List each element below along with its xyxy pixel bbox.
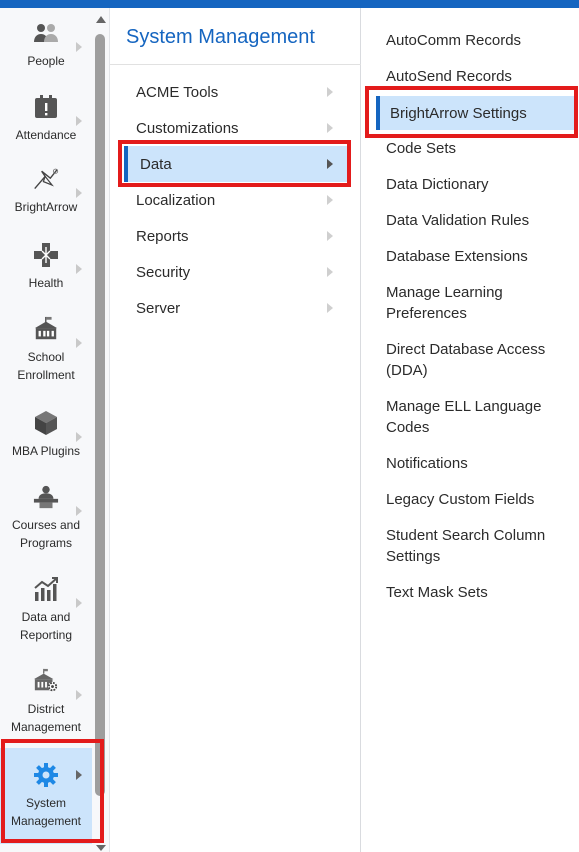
submenu-item-manage-ell-language-codes[interactable]: Manage ELL Language Codes <box>386 396 546 438</box>
rail-item-label: Courses and Programs <box>11 518 81 550</box>
chevron-right-icon <box>327 195 333 205</box>
menu-item-label: Localization <box>136 191 216 209</box>
menu-item-label: Customizations <box>136 119 239 137</box>
submenu-item-autocomm-records[interactable]: AutoComm Records <box>386 30 566 51</box>
chevron-right-icon <box>327 123 333 133</box>
rail-item-label: People <box>27 54 65 68</box>
menu-item-label: Data <box>140 155 172 173</box>
rail-item-mba-plugins[interactable]: MBA Plugins <box>0 410 92 480</box>
submenu-item-text-mask-sets[interactable]: Text Mask Sets <box>386 582 566 603</box>
rail-item-district-management[interactable]: District Management <box>0 668 92 752</box>
submenu-item-notifications[interactable]: Notifications <box>386 453 566 474</box>
rail-scrollbar-thumb[interactable] <box>95 34 105 796</box>
data-submenu: AutoComm Records AutoSend Records Bright… <box>362 8 579 852</box>
system-management-menu: System Management ACME Tools Customizati… <box>110 8 361 852</box>
attendance-icon <box>33 94 59 120</box>
rail-item-label: Attendance <box>15 128 77 142</box>
rail-item-courses-programs[interactable]: Courses and Programs <box>0 484 92 568</box>
submenu-item-data-dictionary[interactable]: Data Dictionary <box>386 174 566 195</box>
chevron-right-icon <box>76 264 82 274</box>
rail-item-attendance[interactable]: Attendance <box>0 94 92 164</box>
plugin-cube-icon <box>33 410 59 436</box>
chevron-right-icon <box>76 770 82 780</box>
chevron-right-icon <box>327 267 333 277</box>
rail-item-data-reporting[interactable]: Data and Reporting <box>0 576 92 660</box>
rail-item-school-enrollment[interactable]: School Enrollment <box>0 316 92 400</box>
chevron-right-icon <box>327 231 333 241</box>
title-divider <box>110 64 361 65</box>
chevron-right-icon <box>76 42 82 52</box>
rail-item-health[interactable]: Health <box>0 242 92 312</box>
menu-item-customizations[interactable]: Customizations <box>124 110 347 146</box>
panel-title: System Management <box>126 26 315 48</box>
gear-icon <box>33 762 59 788</box>
chevron-right-icon <box>76 188 82 198</box>
rail-item-label: System Management <box>10 796 82 828</box>
chevron-right-icon <box>327 87 333 97</box>
rail-item-system-management[interactable]: System Management <box>0 748 92 844</box>
menu-item-server[interactable]: Server <box>124 290 347 326</box>
scroll-down-arrow[interactable] <box>96 845 106 851</box>
chevron-right-icon <box>327 303 333 313</box>
menu-item-security[interactable]: Security <box>124 254 347 290</box>
submenu-item-brightarrow-settings[interactable]: BrightArrow Settings <box>376 96 576 130</box>
menu-item-data[interactable]: Data <box>124 146 347 182</box>
chevron-right-icon <box>76 506 82 516</box>
rail-item-label: Health <box>28 276 64 290</box>
chevron-right-icon <box>76 432 82 442</box>
submenu-item-manage-learning-preferences[interactable]: Manage Learning Preferences <box>386 282 516 324</box>
rail-item-brightarrow[interactable]: BrightArrow <box>0 166 92 236</box>
menu-item-label: Security <box>136 263 191 281</box>
rail-item-label: District Management <box>10 702 82 734</box>
chevron-right-icon <box>76 690 82 700</box>
chevron-right-icon <box>76 598 82 608</box>
menu-item-localization[interactable]: Localization <box>124 182 347 218</box>
submenu-item-label: BrightArrow Settings <box>390 104 527 122</box>
module-rail: People Attendance BrightArrow Health Sch… <box>0 8 110 852</box>
submenu-item-data-validation-rules[interactable]: Data Validation Rules <box>386 210 566 231</box>
menu-item-label: Reports <box>136 227 189 245</box>
scroll-up-arrow[interactable] <box>96 16 106 23</box>
rail-item-label: MBA Plugins <box>11 444 81 458</box>
rail-item-people[interactable]: People <box>0 20 92 90</box>
submenu-item-database-extensions[interactable]: Database Extensions <box>386 246 566 267</box>
rail-item-label: Data and Reporting <box>19 610 73 642</box>
courses-icon <box>33 484 59 510</box>
submenu-item-direct-database-access[interactable]: Direct Database Access (DDA) <box>386 339 556 381</box>
brightarrow-icon <box>33 166 59 192</box>
chevron-right-icon <box>76 338 82 348</box>
submenu-item-legacy-custom-fields[interactable]: Legacy Custom Fields <box>386 489 566 510</box>
district-icon <box>33 668 59 694</box>
submenu-item-autosend-records[interactable]: AutoSend Records <box>386 66 566 87</box>
submenu-item-code-sets[interactable]: Code Sets <box>386 138 566 159</box>
menu-item-label: Server <box>136 299 181 317</box>
top-accent-bar <box>0 0 579 8</box>
rail-item-label: BrightArrow <box>14 200 78 214</box>
chevron-right-icon <box>327 159 333 169</box>
school-icon <box>33 316 59 342</box>
chart-icon <box>33 576 59 602</box>
rail-item-label: School Enrollment <box>17 350 75 382</box>
health-icon <box>33 242 59 268</box>
people-icon <box>33 20 59 46</box>
menu-item-acme-tools[interactable]: ACME Tools <box>124 74 347 110</box>
submenu-item-student-search-column-settings[interactable]: Student Search Column Settings <box>386 525 556 567</box>
chevron-right-icon <box>76 116 82 126</box>
menu-item-label: ACME Tools <box>136 83 219 101</box>
menu-item-reports[interactable]: Reports <box>124 218 347 254</box>
